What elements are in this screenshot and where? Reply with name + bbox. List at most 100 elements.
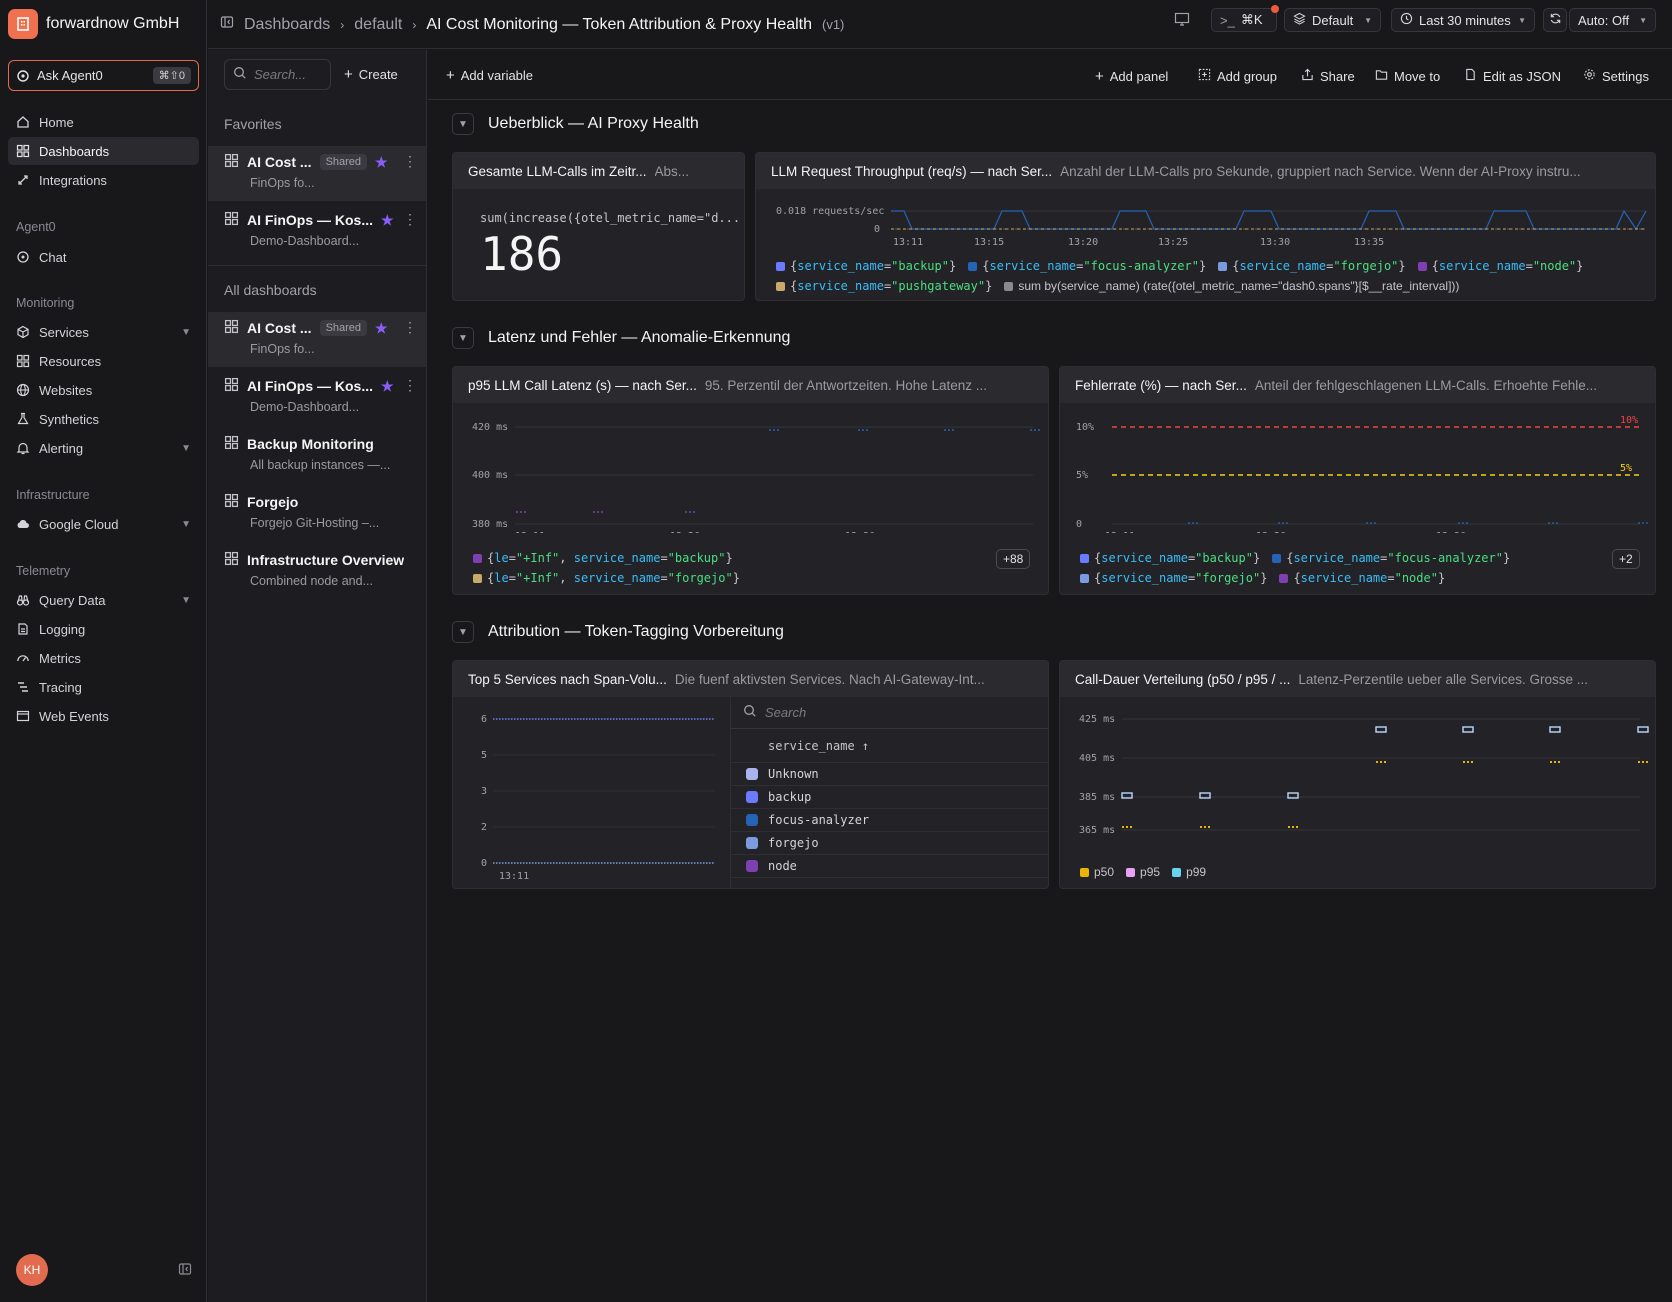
- breadcrumb-folder[interactable]: default: [354, 16, 402, 34]
- star-icon[interactable]: ★: [381, 378, 394, 395]
- legend-item[interactable]: {le="+Inf", service_name="forgejo"}: [473, 569, 740, 588]
- dashboard-search-input[interactable]: Search...: [224, 59, 331, 90]
- nav-web-events[interactable]: Web Events: [8, 702, 199, 730]
- nav-query-data[interactable]: Query Data ▼: [8, 586, 199, 614]
- shared-badge: Shared: [319, 320, 368, 336]
- refresh-button[interactable]: [1543, 8, 1567, 32]
- share-button[interactable]: Share: [1301, 66, 1355, 86]
- nav-tracing[interactable]: Tracing: [8, 673, 199, 701]
- add-group-button[interactable]: Add group: [1198, 66, 1277, 86]
- legend-item[interactable]: {service_name="node"}: [1279, 569, 1445, 588]
- table-row[interactable]: node: [731, 855, 1048, 878]
- nav-services[interactable]: Services ▼: [8, 318, 199, 346]
- y-tick-label: 5%: [1076, 470, 1088, 481]
- more-vertical-icon[interactable]: ⋮: [403, 211, 417, 228]
- star-icon[interactable]: ★: [375, 154, 388, 171]
- present-icon[interactable]: [1174, 12, 1190, 29]
- dashboard-item[interactable]: AI Cost ... Shared ★ FinOps fo... ⋮: [208, 146, 427, 201]
- legend-more-button[interactable]: +88: [996, 549, 1031, 569]
- panel-duration[interactable]: Call-Dauer Verteilung (p50 / p95 / ... La…: [1059, 660, 1656, 889]
- more-vertical-icon[interactable]: ⋮: [403, 377, 417, 394]
- notification-dot: [1271, 5, 1279, 13]
- breadcrumb-dashboards[interactable]: Dashboards: [244, 16, 330, 34]
- dashboard-subtitle: All backup instances —...: [250, 458, 391, 472]
- legend-item[interactable]: sum by(service_name) (rate({otel_metric_…: [1004, 277, 1459, 296]
- nav-home[interactable]: Home: [8, 108, 199, 136]
- edit-json-button[interactable]: Edit as JSON: [1464, 66, 1561, 86]
- legend-item[interactable]: {service_name="focus-analyzer"}: [1272, 549, 1510, 568]
- dashboard-item[interactable]: AI FinOps — Kos... ★ Demo-Dashboard... ⋮: [208, 370, 427, 425]
- more-vertical-icon[interactable]: ⋮: [403, 319, 417, 336]
- nav-resources[interactable]: Resources: [8, 347, 199, 375]
- table-row[interactable]: focus-analyzer: [731, 809, 1048, 832]
- nav-integrations[interactable]: Integrations: [8, 166, 199, 194]
- table-row[interactable]: backup: [731, 786, 1048, 809]
- settings-button[interactable]: Settings: [1583, 66, 1649, 86]
- dashboard-item[interactable]: Infrastructure Overview Combined node an…: [208, 544, 427, 599]
- nav-websites[interactable]: Websites: [8, 376, 199, 404]
- add-variable-button[interactable]: + Add variable: [446, 65, 533, 85]
- legend-item[interactable]: {service_name="forgejo"}: [1080, 569, 1267, 588]
- table-column-header[interactable]: service_name ↑: [731, 729, 1048, 763]
- dashboard-item[interactable]: Backup Monitoring All backup instances —…: [208, 428, 427, 483]
- time-range-select[interactable]: Last 30 minutes ▼: [1391, 8, 1535, 32]
- legend-item[interactable]: {service_name="forgejo"}: [1218, 257, 1406, 276]
- dashboard-item[interactable]: AI FinOps — Kos... ★ Demo-Dashboard... ⋮: [208, 204, 427, 259]
- move-to-button[interactable]: Move to: [1375, 66, 1440, 86]
- user-avatar[interactable]: KH: [16, 1254, 48, 1286]
- chevron-down-icon[interactable]: ▼: [452, 621, 474, 643]
- legend-item[interactable]: {service_name="pushgateway"}: [776, 277, 992, 296]
- legend-item[interactable]: p95: [1126, 865, 1160, 879]
- nav-synthetics[interactable]: Synthetics: [8, 405, 199, 433]
- row-title: Ueberblick — AI Proxy Health: [488, 115, 699, 132]
- create-dashboard-button[interactable]: + Create: [344, 59, 398, 90]
- legend-item[interactable]: {service_name="backup"}: [1080, 549, 1260, 568]
- chevron-down-icon[interactable]: ▼: [452, 113, 474, 135]
- panel-p95[interactable]: p95 LLM Call Latenz (s) — nach Ser... 95.…: [452, 366, 1049, 595]
- nav-alerting[interactable]: Alerting ▼: [8, 434, 199, 462]
- chart-legend: {service_name="backup"} {service_name="fo…: [776, 257, 1646, 297]
- command-palette-button[interactable]: >_ ⌘K: [1211, 5, 1279, 32]
- legend-more-button[interactable]: +2: [1612, 549, 1640, 569]
- threshold-label: 10%: [1620, 415, 1638, 426]
- legend-swatch: [968, 262, 978, 271]
- nav-dashboards[interactable]: Dashboards: [8, 137, 199, 165]
- add-panel-button[interactable]: + Add panel: [1095, 66, 1168, 86]
- legend-item[interactable]: {le="+Inf", service_name="backup"}: [473, 549, 733, 568]
- star-icon[interactable]: ★: [375, 320, 388, 337]
- legend-item[interactable]: p99: [1172, 865, 1206, 879]
- table-row[interactable]: Unknown: [731, 763, 1048, 786]
- chart-legend: {le="+Inf", service_name="backup"} {le="+…: [473, 549, 973, 589]
- ask-agent-button[interactable]: Ask Agent0 ⌘⇧0: [8, 60, 199, 91]
- sidebar-collapse-icon[interactable]: [178, 1262, 192, 1276]
- legend-item[interactable]: {service_name="node"}: [1417, 257, 1583, 276]
- panel-calls[interactable]: Gesamte LLM-Calls im Zeitr... Abs... sum(…: [452, 152, 745, 301]
- nav-google-cloud[interactable]: Google Cloud ▼: [8, 510, 199, 538]
- table-row[interactable]: forgejo: [731, 832, 1048, 855]
- chevron-down-icon[interactable]: ▼: [452, 327, 474, 349]
- nav-chat[interactable]: Chat: [8, 243, 199, 271]
- more-vertical-icon[interactable]: ⋮: [403, 153, 417, 170]
- row-header[interactable]: ▼ Latenz und Fehler — Anomalie-Erkennung: [452, 326, 790, 350]
- panel-description: 95. Perzentil der Antwortzeiten. Hohe La…: [704, 377, 988, 393]
- row-header[interactable]: ▼ Attribution — Token-Tagging Vorbereitu…: [452, 620, 784, 644]
- profile-select[interactable]: Default ▼: [1284, 8, 1381, 32]
- legend-item[interactable]: p50: [1080, 865, 1114, 879]
- panel-throughput[interactable]: LLM Request Throughput (req/s) — nach Se…: [755, 152, 1656, 301]
- legend-item[interactable]: {service_name="focus-analyzer"}: [968, 257, 1206, 276]
- auto-refresh-select[interactable]: Auto: Off ▼: [1569, 8, 1656, 32]
- nav-home-label: Home: [39, 114, 74, 130]
- panel-top5[interactable]: Top 5 Services nach Span-Volu... Die fuen…: [452, 660, 1049, 889]
- star-icon[interactable]: ★: [381, 212, 394, 229]
- legend-item[interactable]: {service_name="backup"}: [776, 257, 956, 276]
- org-switcher[interactable]: forwardnow GmbH: [8, 9, 179, 39]
- nav-logging[interactable]: Logging: [8, 615, 199, 643]
- nav-metrics[interactable]: Metrics: [8, 644, 199, 672]
- dashboard-item[interactable]: AI Cost ... Shared ★ FinOps fo... ⋮: [208, 312, 427, 367]
- table-search-input[interactable]: Search: [731, 697, 1048, 729]
- dashboard-item[interactable]: Forgejo Forgejo Git-Hosting –...: [208, 486, 427, 541]
- panel-toggle-icon[interactable]: [220, 15, 234, 34]
- error-rate-chart: 10% 5% 0 10% 5% 13:11 13:20 13:30: [1076, 415, 1648, 533]
- row-header[interactable]: ▼ Ueberblick — AI Proxy Health: [452, 112, 699, 136]
- panel-errors[interactable]: Fehlerrate (%) — nach Ser... Anteil der f…: [1059, 366, 1656, 595]
